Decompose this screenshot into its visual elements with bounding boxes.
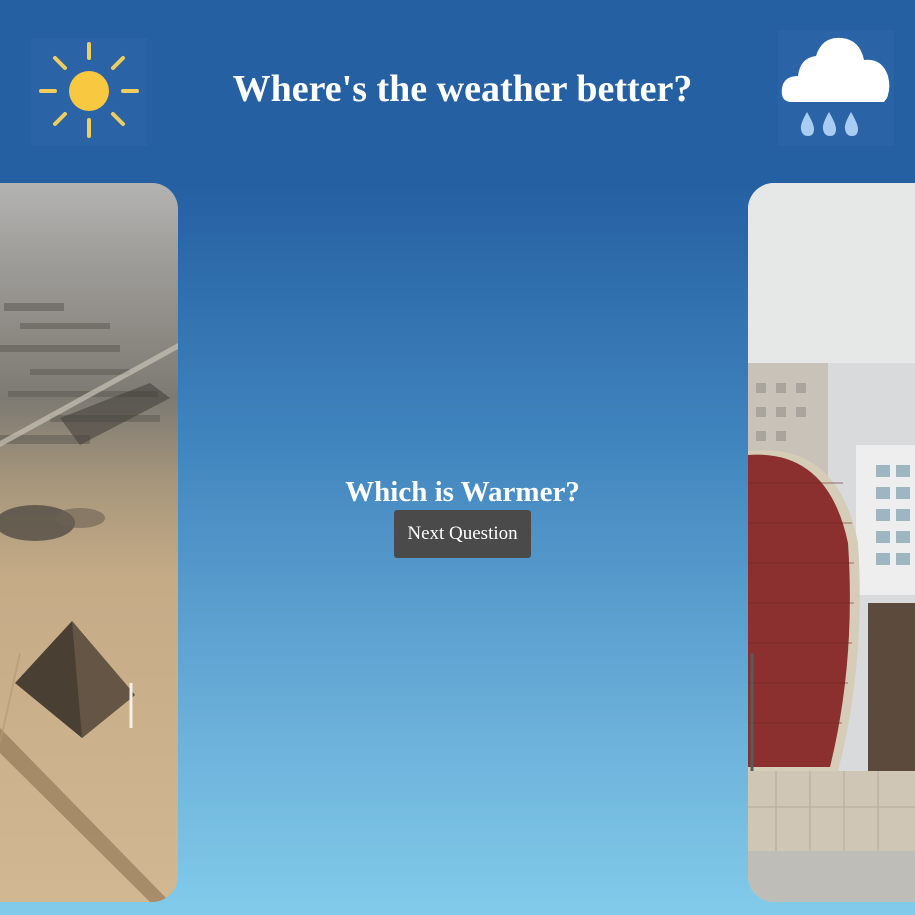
quiz-area: Which is Warmer? Next Question [0, 474, 915, 558]
next-question-button[interactable]: Next Question [394, 510, 531, 558]
question-text: Which is Warmer? [345, 476, 580, 508]
header: Where's the weather better? [0, 0, 915, 185]
rain-cloud-icon [778, 30, 894, 146]
